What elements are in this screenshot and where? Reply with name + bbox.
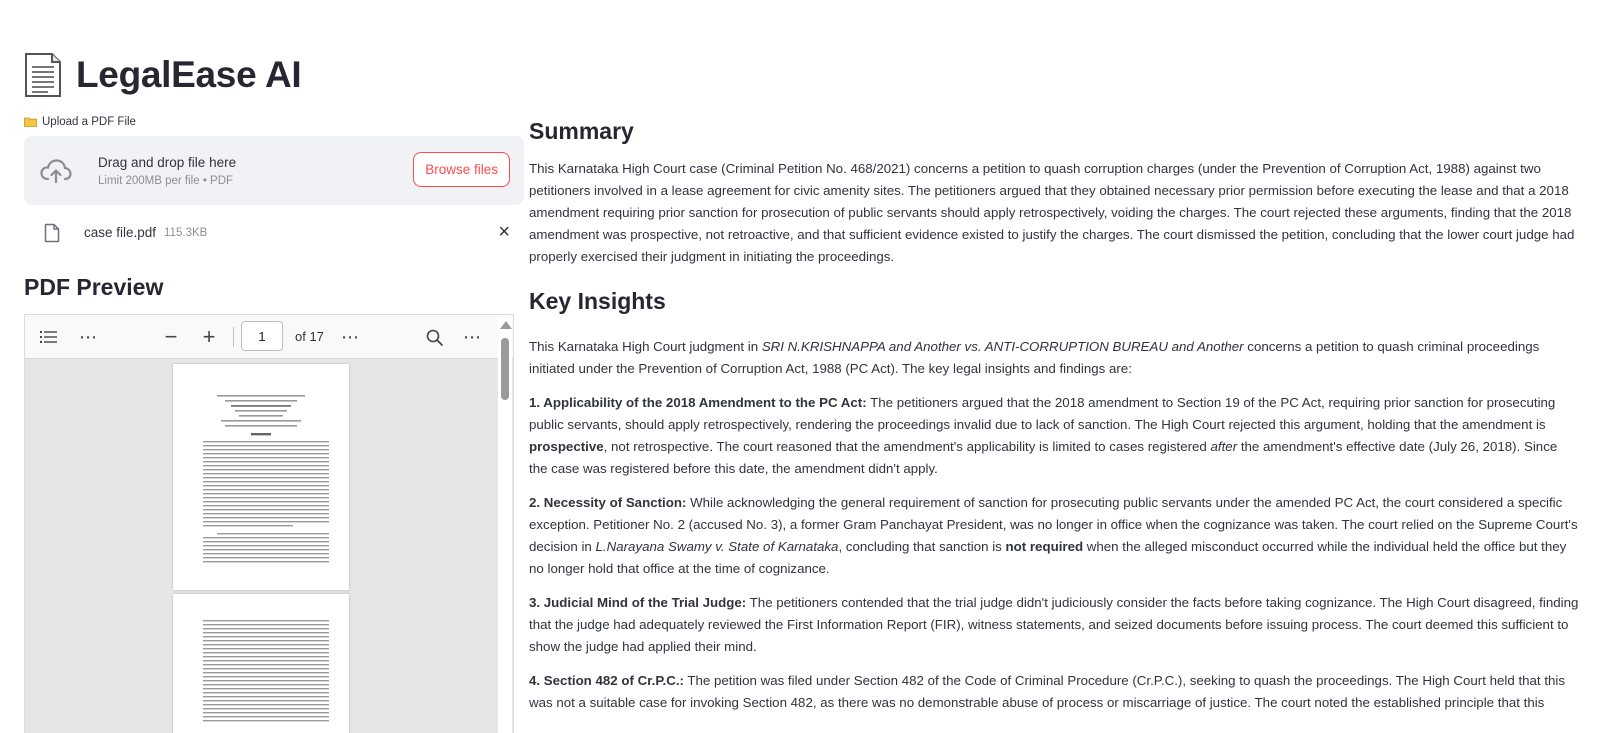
page-number-input[interactable] xyxy=(241,321,283,351)
pdf-preview-heading: PDF Preview xyxy=(24,274,164,300)
pdf-toolbar: ⋯ − + of 17 ⋯ ⋯ xyxy=(25,315,513,359)
cloud-upload-icon xyxy=(40,158,72,183)
insight-item: 1. Applicability of the 2018 Amendment t… xyxy=(529,395,1558,476)
key-insights-heading: Key Insights xyxy=(529,288,666,314)
page-count: of 17 xyxy=(295,329,324,344)
upload-panel: Upload a PDF File Drag and drop file her… xyxy=(24,112,524,306)
file-icon xyxy=(44,223,60,242)
summary-heading: Summary xyxy=(529,118,634,144)
folder-icon xyxy=(24,117,37,127)
insight-item: 4. Section 482 of Cr.P.C.: The petition … xyxy=(529,673,1566,710)
scrollbar-thumb[interactable] xyxy=(501,338,509,400)
outline-toggle-icon[interactable] xyxy=(35,315,63,359)
more-options-left-icon[interactable]: ⋯ xyxy=(75,315,101,359)
page-document-icon xyxy=(25,53,61,97)
insight-item: 3. Judicial Mind of the Trial Judge: The… xyxy=(529,595,1579,654)
scroll-up-arrow-icon[interactable] xyxy=(500,321,512,329)
dropzone-text: Drag and drop file here Limit 200MB per … xyxy=(98,155,236,187)
uploaded-file-name: case file.pdf xyxy=(84,225,157,240)
list-icon xyxy=(40,331,57,343)
upload-label-text: Upload a PDF File xyxy=(42,116,136,128)
app-header: LegalEase AI xyxy=(24,50,302,100)
insight-item: 2. Necessity of Sanction: While acknowle… xyxy=(529,495,1578,576)
toolbar-divider xyxy=(233,327,234,347)
uploaded-file-row: case file.pdf 115.3KB × xyxy=(24,205,524,260)
zoom-out-button[interactable]: − xyxy=(159,315,183,359)
zoom-in-button[interactable]: + xyxy=(197,315,221,359)
remove-file-icon[interactable]: × xyxy=(498,221,510,243)
pdf-viewer[interactable]: ⋯ − + of 17 ⋯ ⋯ xyxy=(24,314,514,733)
summary-text: This Karnataka High Court case (Criminal… xyxy=(529,161,1575,264)
dropzone-limit: Limit 200MB per file • PDF xyxy=(98,174,234,187)
app-title: LegalEase AI xyxy=(76,54,302,95)
browse-files-button[interactable]: Browse files xyxy=(413,152,510,187)
analysis-panel: Summary This Karnataka High Court case (… xyxy=(529,118,1579,714)
uploaded-file-size: 115.3KB xyxy=(164,226,208,239)
pdf-page-2 xyxy=(173,594,349,733)
insights-intro: This Karnataka High Court judgment in SR… xyxy=(529,339,1540,376)
magnifier-icon xyxy=(426,329,443,346)
search-icon[interactable] xyxy=(421,315,447,359)
dropzone-instruction: Drag and drop file here xyxy=(98,154,237,170)
file-dropzone[interactable]: Drag and drop file here Limit 200MB per … xyxy=(24,136,524,205)
page-1-text-lines xyxy=(203,395,329,563)
pdf-page-1 xyxy=(173,364,349,590)
page-2-text-lines xyxy=(203,620,329,722)
more-options-mid-icon[interactable]: ⋯ xyxy=(337,315,363,359)
more-options-right-icon[interactable]: ⋯ xyxy=(459,315,485,359)
upload-label: Upload a PDF File xyxy=(24,112,524,132)
